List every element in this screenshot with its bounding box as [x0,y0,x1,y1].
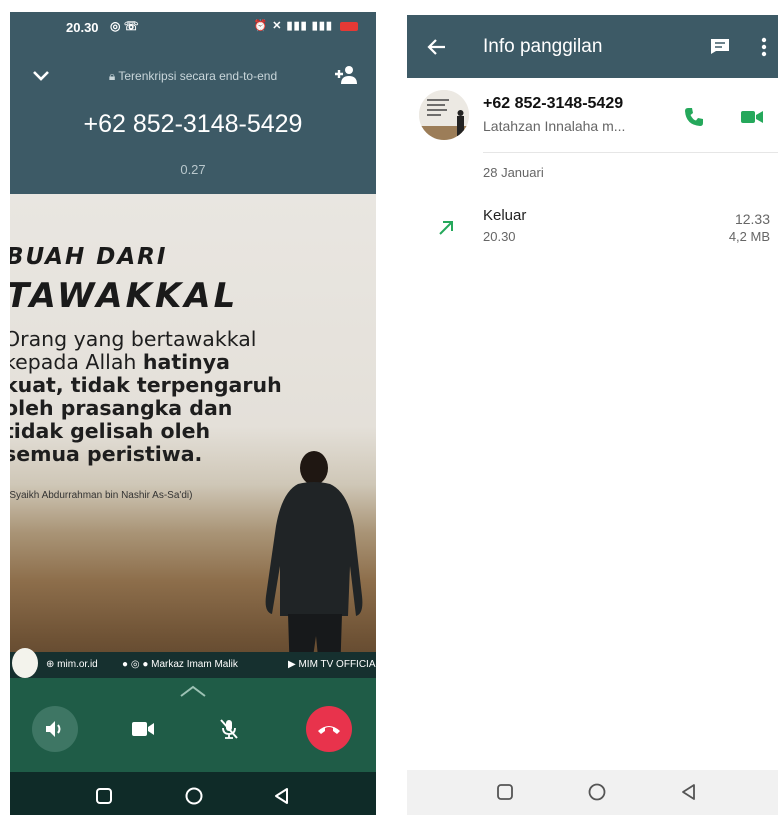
quote-line: oleh prasangka dan [10,396,233,420]
speaker-button[interactable] [32,706,78,752]
brand-footer: ⊕ mim.or.id ● ◎ ● Markaz Imam Malik ▶ MI… [10,648,376,678]
encryption-notice: 🔒︎ Terenkripsi secara end-to-end [10,69,376,84]
avatar-image [419,90,469,140]
system-icons: ⏰ ✕ ▮▮▮ ▮▮▮ [254,19,358,32]
back-nav-icon[interactable] [272,786,292,806]
status-time: 20.30 [66,20,99,35]
battery-icon [340,21,358,31]
brand-tv: ▶ MIM TV OFFICIAL [288,659,376,670]
call-time: 20.30 [483,229,516,244]
quote-title-line-1: BUAH DARI [10,244,168,270]
recents-icon[interactable] [94,786,114,806]
notification-icons: ◎ ☏ [110,19,139,33]
more-options-icon[interactable] [761,37,767,57]
brand-tv-text: MIM TV OFFICIAL [298,659,376,670]
quote-text: kepada Allah [10,350,143,374]
quote-line: Orang yang bertawakkal [10,327,257,351]
quote-line: tidak gelisah oleh [10,419,211,443]
video-camera-icon [132,722,154,736]
android-nav-bar [407,770,778,815]
end-call-icon [318,726,340,734]
status-bar: 20.30 ◎ ☏ ⏰ ✕ ▮▮▮ ▮▮▮ [10,12,376,44]
call-log-entry: Keluar 20.30 12.33 4,2 MB [407,205,778,255]
man-silhouette-image [265,451,363,678]
quote-bold-text: hatinya [142,350,230,374]
call-data-size: 4,2 MB [728,229,770,244]
speaker-icon [46,721,61,737]
call-wallpaper: BUAH DARI TAWAKKAL Orang yang bertawakka… [10,194,376,678]
contact-status: Latahzan Innalaha m... [483,118,626,134]
phone-icon[interactable] [683,106,705,128]
quote-title-line-2: TAWAKKAL [10,276,239,316]
call-date-label: 28 Januari [483,165,544,180]
contact-row[interactable]: +62 852-3148-5429 Latahzan Innalaha m... [407,88,778,152]
call-controls-panel [10,678,376,772]
divider [483,152,778,153]
encryption-text: Terenkripsi secara end-to-end [118,69,278,83]
brand-social-text: Markaz Imam Malik [151,659,238,670]
mute-button[interactable] [206,706,252,752]
call-type: Keluar [483,207,527,224]
android-nav-bar [10,772,376,815]
quote-line: kepada Allah hatinya [10,351,324,374]
call-duration-value: 12.33 [734,211,770,227]
mim-logo [12,648,38,678]
video-camera-icon[interactable] [740,108,764,126]
quote-line: kuat, tidak terpengaruh [10,373,282,397]
outgoing-call-arrow-icon [439,221,453,235]
call-info-screen: Info panggilan +62 852-3148-5429 Latahza… [407,15,778,815]
end-call-button[interactable] [306,706,352,752]
voice-call-screen: 20.30 ◎ ☏ ⏰ ✕ ▮▮▮ ▮▮▮ 🔒︎ Terenkripsi sec… [10,12,376,815]
home-icon[interactable] [184,786,204,806]
video-call-button[interactable] [120,706,166,752]
page-title: Info panggilan [483,36,603,57]
contact-name: +62 852-3148-5429 [483,95,624,112]
recents-icon[interactable] [495,782,515,802]
mic-off-icon [220,719,238,739]
quote-source: (Syaikh Abdurrahman bin Nashir As-Sa'di) [10,490,193,501]
call-header: 20.30 ◎ ☏ ⏰ ✕ ▮▮▮ ▮▮▮ 🔒︎ Terenkripsi sec… [10,12,376,194]
back-nav-icon[interactable] [679,782,699,802]
chevron-up-icon[interactable] [178,684,208,698]
brand-website-text: mim.or.id [57,659,98,670]
avatar[interactable] [419,90,469,140]
brand-website: ⊕ mim.or.id [46,659,98,670]
message-icon[interactable] [710,38,730,54]
caller-number: +62 852-3148-5429 [83,110,303,138]
home-icon[interactable] [587,782,607,802]
app-bar: Info panggilan [407,15,778,78]
call-duration: 0.27 [180,162,206,177]
lock-icon: 🔒︎ [108,69,119,83]
brand-social: ● ◎ ● Markaz Imam Malik [122,659,238,670]
back-arrow-icon[interactable] [427,37,447,57]
add-participant-icon[interactable] [334,64,358,86]
